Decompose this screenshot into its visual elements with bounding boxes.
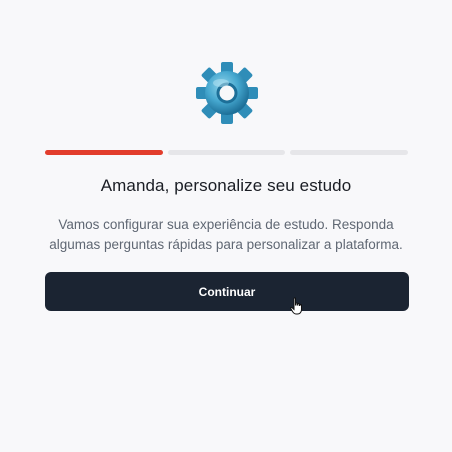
progress-bar — [45, 150, 409, 155]
progress-step-3 — [290, 150, 409, 155]
hand-pointer-icon — [290, 297, 304, 315]
page-description: Vamos configurar sua experiência de estu… — [49, 217, 403, 252]
onboarding-page: Amanda, personalize seu estudo Vamos con… — [0, 0, 452, 452]
gear-icon — [193, 59, 261, 127]
continue-button-label: Continuar — [198, 284, 256, 299]
progress-step-1 — [45, 150, 163, 155]
progress-step-2 — [167, 150, 286, 155]
continue-button[interactable]: Continuar — [45, 272, 409, 311]
page-title: Amanda, personalize seu estudo — [100, 176, 352, 195]
